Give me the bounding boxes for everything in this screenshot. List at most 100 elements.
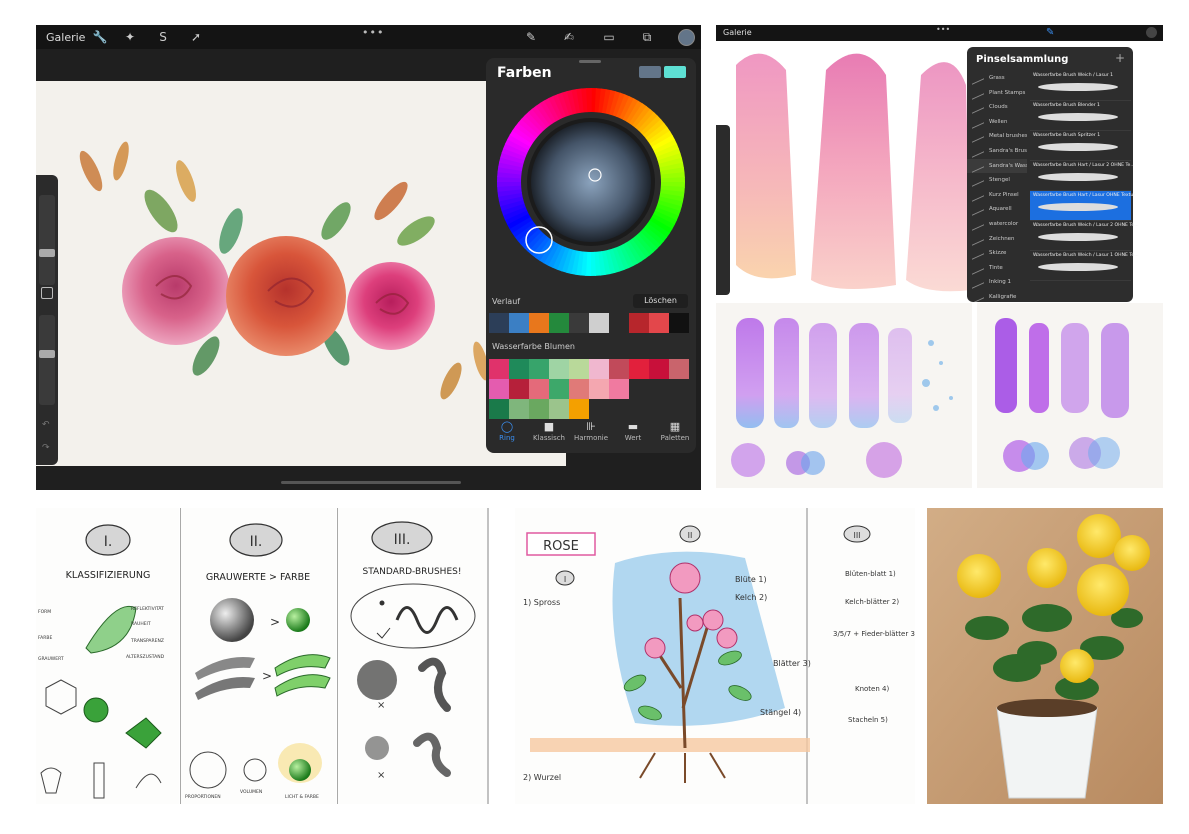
- palette-color-swatch[interactable]: [609, 379, 629, 399]
- redo-icon[interactable]: ↷: [42, 443, 50, 453]
- palette-color-swatch[interactable]: [569, 379, 589, 399]
- brush-item[interactable]: Wasserfarbe Brush Hart / Lasur 2 OHNE Te…: [1030, 161, 1135, 191]
- palette-color-swatch[interactable]: [509, 379, 529, 399]
- more-dots-icon[interactable]: •••: [362, 26, 384, 39]
- tab-harmony[interactable]: ⊪ Harmonie: [571, 420, 611, 453]
- palette-color-swatch[interactable]: [489, 379, 509, 399]
- add-brush-button[interactable]: +: [1115, 51, 1125, 65]
- brush-category-item[interactable]: watercolor: [967, 217, 1027, 232]
- palette-color-swatch[interactable]: [569, 399, 589, 419]
- brush-icon[interactable]: ✎: [523, 29, 539, 45]
- color-swatch-button[interactable]: [1146, 27, 1157, 38]
- brush-category-item[interactable]: Zeichnen: [967, 232, 1027, 247]
- brush-category-item[interactable]: Kalligrafie: [967, 290, 1027, 302]
- color-ring-picker[interactable]: [491, 87, 691, 277]
- gallery-button[interactable]: Galerie: [46, 31, 85, 44]
- brush-category-item[interactable]: Grass: [967, 71, 1027, 86]
- palette-color-swatch[interactable]: [649, 359, 669, 379]
- palette-color-swatch[interactable]: [669, 399, 689, 419]
- selection-icon[interactable]: S: [155, 29, 171, 45]
- wrench-icon[interactable]: 🔧: [92, 29, 108, 45]
- history-color-swatch[interactable]: [649, 313, 669, 333]
- history-color-swatch[interactable]: [669, 313, 689, 333]
- palette-color-swatch[interactable]: [609, 399, 629, 419]
- palette-color-swatch[interactable]: [629, 359, 649, 379]
- palette-color-swatch[interactable]: [669, 359, 689, 379]
- brush-item[interactable]: Wasserfarbe Brush Blender 1: [1030, 101, 1131, 131]
- palette-color-swatch[interactable]: [649, 399, 669, 419]
- modify-button[interactable]: [41, 287, 53, 299]
- brush-icon[interactable]: ✎: [1046, 27, 1054, 38]
- tab-palettes[interactable]: ▦ Paletten: [655, 420, 695, 453]
- gallery-button[interactable]: Galerie: [723, 28, 752, 37]
- brush-category-item[interactable]: Wellen: [967, 115, 1027, 130]
- palette-color-swatch[interactable]: [589, 399, 609, 419]
- color-swatch-button[interactable]: [678, 29, 695, 46]
- palette-color-swatch[interactable]: [589, 359, 609, 379]
- opacity-slider[interactable]: [39, 315, 55, 405]
- opacity-knob[interactable]: [39, 350, 55, 358]
- label-pinnate-leaves: 3/5/7 + Fieder-blätter 3): [833, 630, 915, 638]
- history-color-swatch[interactable]: [569, 313, 589, 333]
- palette-color-swatch[interactable]: [489, 359, 509, 379]
- palette-color-swatch[interactable]: [509, 399, 529, 419]
- colors-panel: Farben Verlauf Löschen Wasserfarbe Blume…: [486, 58, 696, 453]
- history-color-swatch[interactable]: [629, 313, 649, 333]
- palette-color-swatch[interactable]: [669, 379, 689, 399]
- smudge-icon[interactable]: ✍: [561, 29, 577, 45]
- brush-category-item[interactable]: Stengel: [967, 173, 1027, 188]
- transform-arrow-icon[interactable]: ➚: [188, 29, 204, 45]
- secondary-color-swatch[interactable]: [664, 66, 686, 78]
- brush-item[interactable]: Wasserfarbe Brush Hart / Lasur OHNE Text…: [1030, 191, 1135, 221]
- history-color-swatch[interactable]: [509, 313, 529, 333]
- brush-item[interactable]: Wasserfarbe Brush Spritzer 1: [1030, 131, 1131, 161]
- brush-category-item[interactable]: Skizze: [967, 246, 1027, 261]
- palette-color-swatch[interactable]: [549, 399, 569, 419]
- palette-color-swatch[interactable]: [649, 379, 669, 399]
- magic-wand-icon[interactable]: ✦: [122, 29, 138, 45]
- undo-icon[interactable]: ↶: [42, 420, 50, 430]
- history-color-swatch[interactable]: [489, 313, 509, 333]
- history-color-swatch[interactable]: [609, 313, 629, 333]
- panel-grabber[interactable]: [579, 60, 601, 63]
- history-color-swatch[interactable]: [589, 313, 609, 333]
- primary-color-swatch[interactable]: [639, 66, 661, 78]
- brush-category-item[interactable]: Aquarell: [967, 202, 1027, 217]
- brush-item[interactable]: Wasserfarbe Brush Weich / Lasur 2 OHNE T…: [1030, 221, 1139, 251]
- palette-color-swatch[interactable]: [509, 359, 529, 379]
- brush-size-slider[interactable]: [39, 195, 55, 285]
- palette-color-swatch[interactable]: [529, 379, 549, 399]
- palette-color-swatch[interactable]: [629, 399, 649, 419]
- brush-category-item[interactable]: Tinte: [967, 261, 1027, 276]
- sketch-title: GRAUWERTE > FARBE: [206, 572, 310, 583]
- palette-color-swatch[interactable]: [629, 379, 649, 399]
- brush-size-knob[interactable]: [39, 249, 55, 257]
- tab-ring[interactable]: ◯ Ring: [487, 420, 527, 453]
- palette-color-swatch[interactable]: [529, 359, 549, 379]
- brush-category-item[interactable]: Inking 1: [967, 275, 1027, 290]
- brush-name: Wasserfarbe Brush Hart / Lasur OHNE Text…: [1033, 193, 1136, 198]
- eraser-icon[interactable]: ▭: [601, 29, 617, 45]
- brush-item[interactable]: Wasserfarbe Brush Weich / Lasur 1: [1030, 71, 1131, 101]
- tab-value[interactable]: ▬ Wert: [613, 420, 653, 453]
- brush-category-item[interactable]: Clouds: [967, 100, 1027, 115]
- more-dots-icon[interactable]: •••: [936, 25, 950, 34]
- palette-color-swatch[interactable]: [489, 399, 509, 419]
- clear-history-button[interactable]: Löschen: [633, 294, 688, 308]
- palette-color-swatch[interactable]: [549, 359, 569, 379]
- history-color-swatch[interactable]: [529, 313, 549, 333]
- brush-item[interactable]: Wasserfarbe Brush Weich / Lasur 1 OHNE T…: [1030, 251, 1139, 281]
- palette-color-swatch[interactable]: [529, 399, 549, 419]
- tab-classic[interactable]: ■ Klassisch: [529, 420, 569, 453]
- palette-color-swatch[interactable]: [609, 359, 629, 379]
- palette-color-swatch[interactable]: [569, 359, 589, 379]
- brush-category-item[interactable]: Sandra's Wasserfa...: [967, 158, 1027, 174]
- brush-category-item[interactable]: Sandra's Brushes: [967, 144, 1027, 159]
- brush-category-item[interactable]: Kurz Pinsel: [967, 188, 1027, 203]
- palette-color-swatch[interactable]: [589, 379, 609, 399]
- layers-icon[interactable]: ⧉: [639, 29, 655, 45]
- history-color-swatch[interactable]: [549, 313, 569, 333]
- palette-color-swatch[interactable]: [549, 379, 569, 399]
- brush-category-item[interactable]: Plant Stamps: [967, 86, 1027, 101]
- brush-category-item[interactable]: Metal brushes: [967, 129, 1027, 144]
